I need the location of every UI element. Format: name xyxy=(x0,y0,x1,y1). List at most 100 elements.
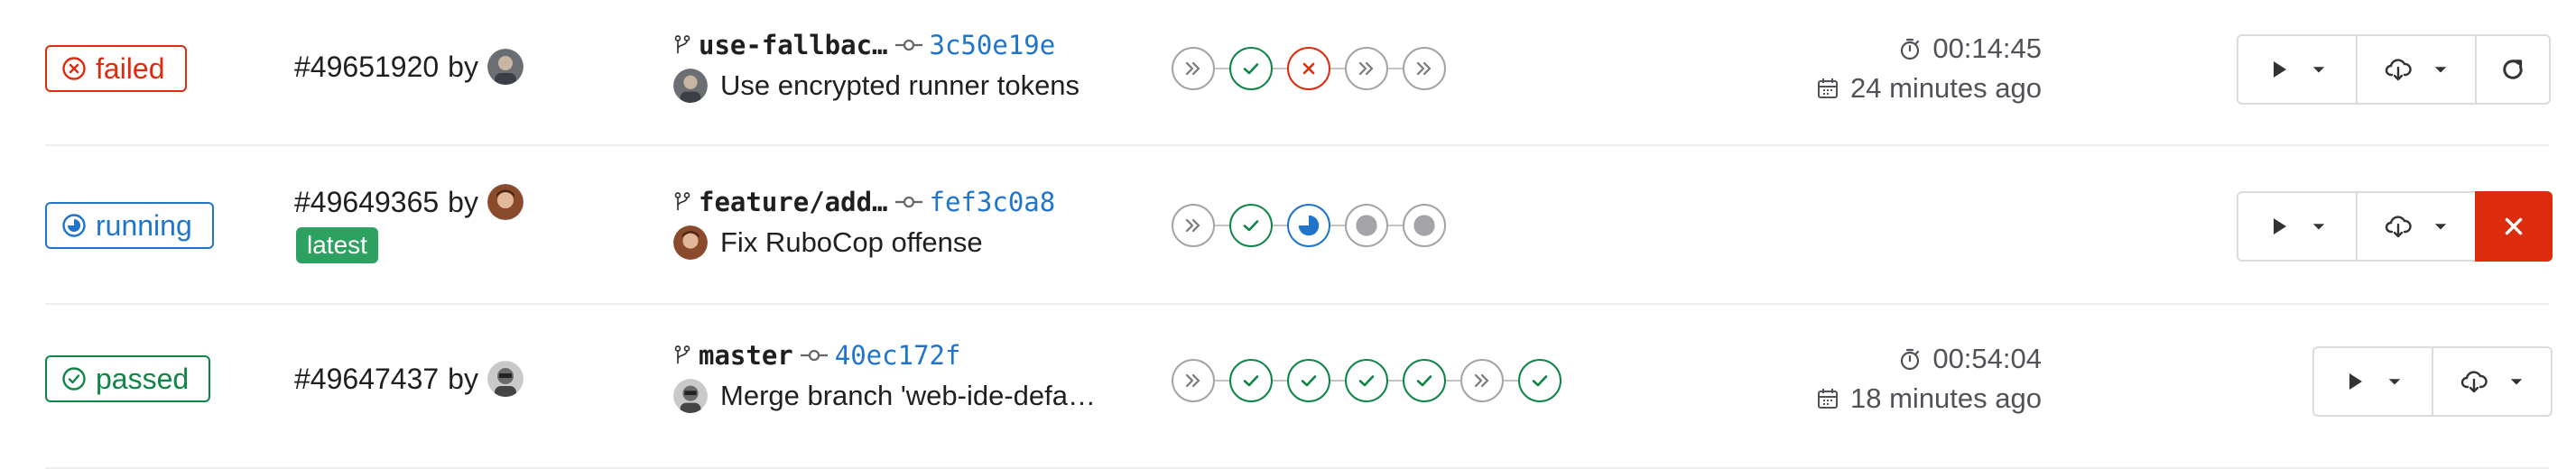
status-passed-icon xyxy=(62,367,86,391)
status-label: running xyxy=(96,208,192,242)
by-label: by xyxy=(448,50,478,83)
cloud-download-icon xyxy=(2460,371,2488,393)
commit-icon xyxy=(894,196,922,208)
chevron-down-icon xyxy=(2510,379,2523,385)
check-icon xyxy=(1416,375,1432,387)
skipped-icon xyxy=(1185,373,1200,388)
commit-icon xyxy=(800,349,828,362)
commit-message-link[interactable]: Merge branch 'web-ide-defa… xyxy=(720,380,1096,412)
stage-success[interactable] xyxy=(1518,359,1561,402)
retry-button[interactable] xyxy=(2475,34,2551,105)
skipped-icon xyxy=(1185,61,1200,76)
play-dropdown-button[interactable] xyxy=(2237,191,2358,262)
pipeline-id-block: #49649365 by xyxy=(294,184,524,220)
commit-sha-link[interactable]: 3c50e19e xyxy=(930,30,1056,60)
stage-success[interactable] xyxy=(1229,204,1273,247)
pipeline-row: failed #49651920 by use-fallbac… 3c50e19… xyxy=(0,0,2576,146)
duration: 00:54:04 xyxy=(1932,343,2042,374)
play-dropdown-button[interactable] xyxy=(2237,34,2358,105)
branch-icon xyxy=(674,35,690,54)
commit-message-link[interactable]: Use encrypted runner tokens xyxy=(720,69,1080,102)
status-running-icon xyxy=(62,214,86,237)
cancel-pipeline-button[interactable] xyxy=(2475,191,2553,262)
status-failed-icon xyxy=(62,57,86,80)
check-icon xyxy=(1532,375,1548,387)
retry-icon xyxy=(2503,60,2523,79)
calendar-icon xyxy=(1818,78,1839,98)
commit-sha-link[interactable]: 40ec172f xyxy=(835,340,961,371)
stage-skipped[interactable] xyxy=(1172,204,1215,247)
by-label: by xyxy=(448,185,478,218)
avatar[interactable] xyxy=(486,49,524,85)
stage-success[interactable] xyxy=(1287,359,1330,402)
download-artifacts-button[interactable] xyxy=(2356,34,2477,105)
stage-success[interactable] xyxy=(1345,359,1388,402)
stage-created[interactable] xyxy=(1403,204,1446,247)
commit-icon xyxy=(894,39,922,51)
check-icon xyxy=(1358,375,1375,387)
commit-sha-link[interactable]: fef3c0a8 xyxy=(930,187,1056,217)
chevron-down-icon xyxy=(2434,67,2447,73)
pipeline-actions xyxy=(2312,346,2553,417)
by-label: by xyxy=(448,362,478,395)
play-dropdown-button[interactable] xyxy=(2312,346,2433,417)
stage-created[interactable] xyxy=(1345,204,1388,247)
skipped-icon xyxy=(1358,61,1374,76)
stage-success[interactable] xyxy=(1229,47,1273,90)
stage-running[interactable] xyxy=(1287,204,1330,247)
check-icon xyxy=(1301,375,1317,387)
pipeline-id-block: #49651920 by xyxy=(294,49,524,85)
branch-link[interactable]: use-fallbac… xyxy=(699,30,888,60)
stage-skipped[interactable] xyxy=(1172,47,1215,90)
stage-success[interactable] xyxy=(1403,359,1446,402)
skipped-icon xyxy=(1185,218,1200,233)
pipeline-id-link[interactable]: #49647437 xyxy=(294,363,439,396)
chevron-down-icon xyxy=(2388,379,2401,385)
stage-skipped[interactable] xyxy=(1403,47,1446,90)
close-icon xyxy=(2505,217,2523,235)
stage-skipped[interactable] xyxy=(1345,47,1388,90)
stages-graph xyxy=(1172,359,1561,402)
stage-success[interactable] xyxy=(1229,359,1273,402)
branch-icon xyxy=(674,345,690,364)
pipeline-actions xyxy=(2237,191,2553,262)
avatar[interactable] xyxy=(673,69,708,103)
status-label: passed xyxy=(96,362,190,395)
status-badge-passed[interactable]: passed xyxy=(45,355,211,402)
pipeline-id-link[interactable]: #49649365 xyxy=(294,186,439,219)
skipped-icon xyxy=(1416,61,1432,76)
status-badge-failed[interactable]: failed xyxy=(45,45,187,92)
download-artifacts-button[interactable] xyxy=(2356,191,2477,262)
avatar[interactable] xyxy=(673,225,708,260)
pipeline-timing: 00:54:04 18 minutes ago xyxy=(1816,339,2042,418)
download-artifacts-button[interactable] xyxy=(2432,346,2553,417)
stage-skipped[interactable] xyxy=(1460,359,1504,402)
finished-time: 24 minutes ago xyxy=(1850,72,2042,104)
play-icon xyxy=(2274,61,2286,78)
stage-failed[interactable] xyxy=(1287,47,1330,90)
skipped-icon xyxy=(1474,373,1489,388)
pipeline-actions xyxy=(2237,34,2551,105)
pipeline-id-link[interactable]: #49651920 xyxy=(294,51,439,84)
pipeline-id-block: #49647437 by xyxy=(294,361,524,397)
status-badge-running[interactable]: running xyxy=(45,202,214,249)
created-icon xyxy=(1356,215,1377,236)
stages-graph xyxy=(1172,47,1446,90)
branch-icon xyxy=(674,192,690,211)
branch-link[interactable]: feature/add… xyxy=(699,187,888,217)
pipelines-table: failed #49651920 by use-fallbac… 3c50e19… xyxy=(0,0,2576,469)
commit-message-link[interactable]: Fix RuboCop offense xyxy=(720,226,983,259)
cloud-download-icon xyxy=(2385,59,2412,81)
stage-skipped[interactable] xyxy=(1172,359,1215,402)
created-icon xyxy=(1413,215,1435,236)
chevron-down-icon xyxy=(2312,224,2325,230)
chevron-down-icon xyxy=(2434,224,2447,230)
pipeline-row: running #49649365 by latest feature/add…… xyxy=(0,146,2576,305)
commit-info: feature/add… fef3c0a8 Fix RuboCop offens… xyxy=(673,184,1055,260)
avatar[interactable] xyxy=(673,379,708,413)
avatar[interactable] xyxy=(486,184,524,220)
play-icon xyxy=(2349,373,2362,390)
timer-icon xyxy=(1901,348,1920,371)
branch-link[interactable]: master xyxy=(699,340,793,371)
avatar[interactable] xyxy=(486,361,524,397)
